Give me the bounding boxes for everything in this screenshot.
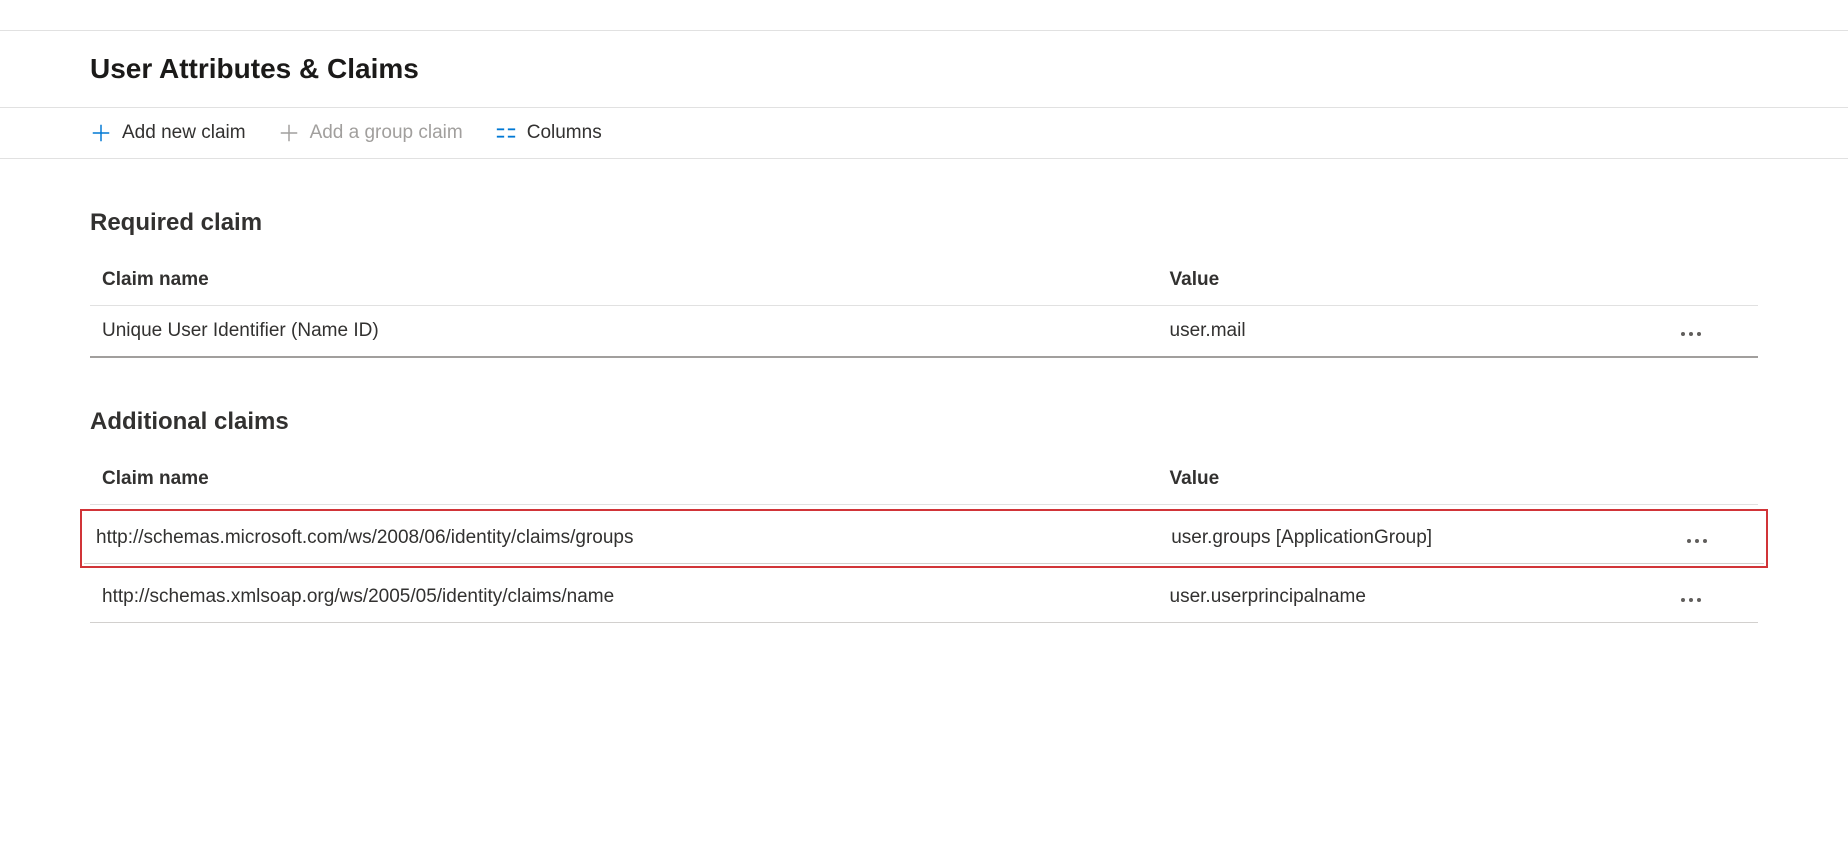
claim-value-cell: user.groups [ApplicationGroup] — [1159, 513, 1629, 564]
add-group-claim-label: Add a group claim — [310, 122, 463, 144]
plus-icon — [90, 122, 112, 144]
column-header-value[interactable]: Value — [1158, 255, 1625, 306]
column-header-value[interactable]: Value — [1158, 454, 1625, 505]
add-group-claim-button[interactable]: Add a group claim — [278, 122, 463, 144]
claim-name-cell: http://schemas.microsoft.com/ws/2008/06/… — [84, 513, 1159, 564]
columns-label: Columns — [527, 122, 602, 144]
more-actions-icon[interactable] — [1677, 594, 1705, 606]
more-actions-icon[interactable] — [1683, 535, 1711, 547]
additional-claims-header-table: Claim name Value — [90, 454, 1758, 505]
plus-icon — [278, 122, 300, 144]
add-new-claim-button[interactable]: Add new claim — [90, 122, 246, 144]
columns-button[interactable]: Columns — [495, 122, 602, 144]
highlighted-row-box: http://schemas.microsoft.com/ws/2008/06/… — [80, 509, 1768, 568]
required-claim-title: Required claim — [90, 209, 1758, 237]
table-row[interactable]: http://schemas.microsoft.com/ws/2008/06/… — [84, 513, 1764, 564]
column-header-claim-name[interactable]: Claim name — [90, 454, 1158, 505]
add-new-claim-label: Add new claim — [122, 122, 246, 144]
claim-name-cell: http://schemas.xmlsoap.org/ws/2005/05/id… — [90, 572, 1158, 623]
additional-claims-title: Additional claims — [90, 408, 1758, 436]
additional-claims-table: http://schemas.xmlsoap.org/ws/2005/05/id… — [90, 572, 1758, 623]
page-title: User Attributes & Claims — [0, 31, 1848, 107]
column-header-claim-name[interactable]: Claim name — [90, 255, 1158, 306]
table-row[interactable]: Unique User Identifier (Name ID) user.ma… — [90, 306, 1758, 358]
columns-icon — [495, 122, 517, 144]
required-claim-section: Required claim Claim name Value Unique U… — [90, 209, 1758, 358]
claim-value-cell: user.userprincipalname — [1158, 572, 1625, 623]
toolbar: Add new claim Add a group claim Colu — [0, 107, 1848, 159]
claim-value-cell: user.mail — [1158, 306, 1625, 358]
claim-name-cell: Unique User Identifier (Name ID) — [90, 306, 1158, 358]
additional-claims-section: Additional claims Claim name Value http:… — [90, 408, 1758, 623]
more-actions-icon[interactable] — [1677, 328, 1705, 340]
additional-claims-table: http://schemas.microsoft.com/ws/2008/06/… — [84, 513, 1764, 564]
required-claim-table: Claim name Value Unique User Identifier … — [90, 255, 1758, 358]
table-row[interactable]: http://schemas.xmlsoap.org/ws/2005/05/id… — [90, 572, 1758, 623]
